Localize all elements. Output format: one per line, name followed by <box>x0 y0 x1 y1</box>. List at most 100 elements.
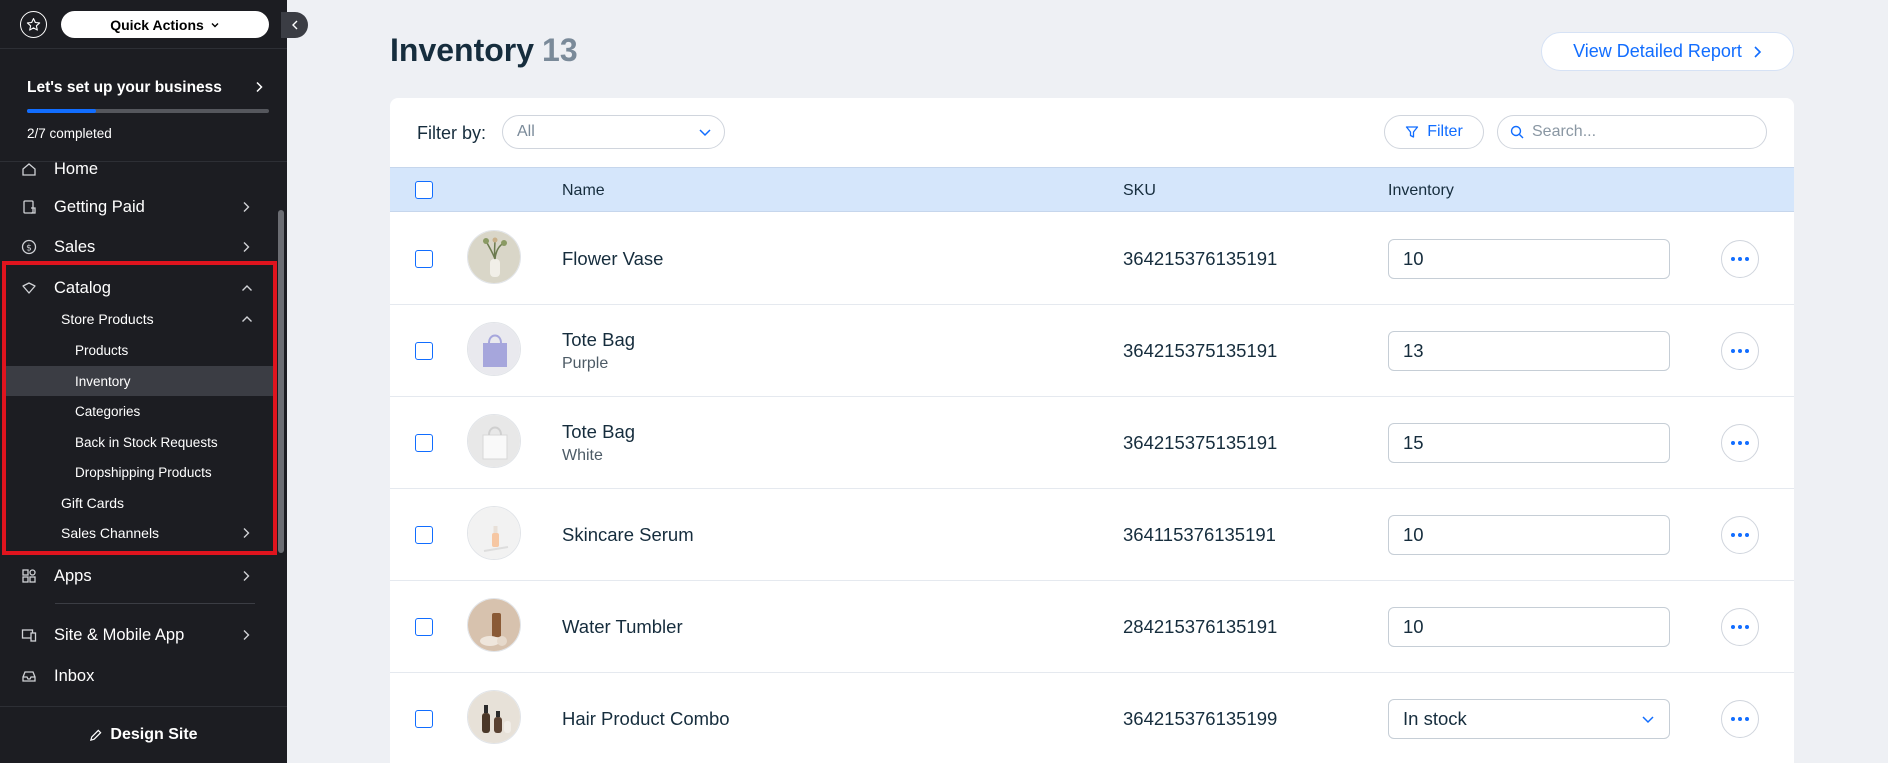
row-checkbox[interactable] <box>415 250 433 268</box>
inventory-input[interactable]: 10 <box>1388 607 1670 647</box>
sidebar-item-label: Catalog <box>54 278 111 297</box>
sidebar-subitem-label: Inventory <box>75 373 131 389</box>
inventory-input[interactable]: 15 <box>1388 423 1670 463</box>
search-input[interactable] <box>1532 123 1752 141</box>
table-row[interactable]: Skincare Serum 364115376135191 10 <box>390 489 1794 581</box>
sidebar-item-sales-channels[interactable]: Sales Channels <box>0 519 287 547</box>
apps-icon <box>21 568 37 584</box>
select-all-checkbox[interactable] <box>415 181 433 199</box>
sidebar-item-gift-cards[interactable]: Gift Cards <box>0 489 287 517</box>
sidebar-top: Quick Actions <box>0 0 287 48</box>
column-header-inventory[interactable]: Inventory <box>1388 182 1454 200</box>
more-dot <box>1738 441 1742 445</box>
sidebar-item-back-in-stock[interactable]: Back in Stock Requests <box>0 428 287 456</box>
table-row[interactable]: Water Tumbler 284215376135191 10 <box>390 581 1794 673</box>
more-dot <box>1738 625 1742 629</box>
setup-business-widget[interactable]: Let's set up your business 2/7 completed <box>0 48 287 162</box>
more-dot <box>1731 533 1735 537</box>
table-row[interactable]: Tote Bag Purple 364215375135191 13 <box>390 305 1794 397</box>
sidebar-divider <box>55 603 255 604</box>
sidebar-item-apps[interactable]: Apps <box>0 561 287 591</box>
pencil-icon <box>90 729 102 741</box>
column-header-sku[interactable]: SKU <box>1123 182 1156 200</box>
design-site-label: Design Site <box>110 726 198 743</box>
product-name[interactable]: Tote Bag <box>562 421 635 443</box>
quick-actions-label: Quick Actions <box>110 16 204 33</box>
sidebar-item-label: Getting Paid <box>54 197 145 216</box>
more-dot <box>1745 533 1749 537</box>
sidebar-item-catalog[interactable]: Catalog <box>0 273 287 303</box>
sidebar-item-site-mobile-app[interactable]: Site & Mobile App <box>0 620 287 650</box>
setup-title: Let's set up your business <box>27 79 222 96</box>
dollar-icon: $ <box>21 239 37 255</box>
home-icon <box>21 162 37 177</box>
more-dot <box>1731 349 1735 353</box>
star-icon <box>26 18 41 31</box>
search-box[interactable] <box>1497 115 1767 149</box>
filter-button[interactable]: Filter <box>1384 115 1484 149</box>
product-sku: 364215375135191 <box>1123 432 1278 453</box>
view-detailed-report-button[interactable]: View Detailed Report <box>1541 32 1794 71</box>
more-dot <box>1745 349 1749 353</box>
favorites-button[interactable] <box>20 11 47 38</box>
row-checkbox[interactable] <box>415 342 433 360</box>
collapse-sidebar-button[interactable] <box>281 12 308 38</box>
row-checkbox[interactable] <box>415 526 433 544</box>
chevron-right-icon <box>1754 45 1762 58</box>
filter-dropdown[interactable]: All <box>502 115 725 149</box>
row-checkbox[interactable] <box>415 618 433 636</box>
sidebar-item-getting-paid[interactable]: Getting Paid <box>0 192 287 222</box>
filter-button-label: Filter <box>1427 123 1463 140</box>
inventory-input-value: 10 <box>1403 616 1424 637</box>
table-row[interactable]: Hair Product Combo 364215376135199 In stoc… <box>390 673 1794 763</box>
sidebar-item-categories[interactable]: Categories <box>0 397 287 425</box>
sidebar-subitem-label: Products <box>75 342 129 358</box>
inventory-input[interactable]: 10 <box>1388 239 1670 279</box>
sidebar-item-products[interactable]: Products <box>0 336 287 364</box>
inventory-select[interactable]: In stock <box>1388 699 1670 739</box>
more-actions-button[interactable] <box>1721 424 1759 462</box>
row-checkbox[interactable] <box>415 434 433 452</box>
sidebar-item-store-products[interactable]: Store Products <box>0 305 287 333</box>
more-actions-button[interactable] <box>1721 608 1759 646</box>
sidebar-scrollbar[interactable] <box>278 210 284 553</box>
inventory-input[interactable]: 13 <box>1388 331 1670 371</box>
more-actions-button[interactable] <box>1721 700 1759 738</box>
product-name[interactable]: Water Tumbler <box>562 616 683 638</box>
product-name[interactable]: Tote Bag <box>562 329 635 351</box>
sidebar-item-home[interactable]: Home <box>0 162 287 182</box>
more-actions-button[interactable] <box>1721 332 1759 370</box>
design-site-button[interactable]: Design Site <box>0 706 287 763</box>
sidebar-item-sales[interactable]: $ Sales <box>0 232 287 262</box>
quick-actions-button[interactable]: Quick Actions <box>61 11 269 38</box>
setup-status: 2/7 completed <box>27 126 112 141</box>
table-row[interactable]: Flower Vase 364215376135191 10 <box>390 213 1794 305</box>
inventory-input-value: 13 <box>1403 340 1424 361</box>
product-name[interactable]: Skincare Serum <box>562 524 694 546</box>
chevron-up-icon <box>242 285 252 291</box>
sidebar-item-dropshipping[interactable]: Dropshipping Products <box>0 458 287 486</box>
product-thumbnail <box>467 598 521 652</box>
product-name[interactable]: Flower Vase <box>562 248 663 270</box>
item-count: 13 <box>542 32 578 68</box>
sidebar-subitem-label: Back in Stock Requests <box>75 434 218 450</box>
more-dot <box>1745 257 1749 261</box>
sidebar-item-label: Home <box>54 162 99 178</box>
product-variant: Purple <box>562 355 609 372</box>
row-checkbox[interactable] <box>415 710 433 728</box>
more-dot <box>1731 257 1735 261</box>
page-title: Inventory 13 <box>390 32 578 69</box>
column-header-name[interactable]: Name <box>562 182 605 200</box>
product-name[interactable]: Hair Product Combo <box>562 708 730 730</box>
more-dot <box>1731 717 1735 721</box>
more-actions-button[interactable] <box>1721 240 1759 278</box>
sidebar-item-label: Inbox <box>54 666 95 685</box>
sidebar-item-inventory[interactable]: Inventory <box>0 367 287 395</box>
more-actions-button[interactable] <box>1721 516 1759 554</box>
inventory-input[interactable]: 10 <box>1388 515 1670 555</box>
more-dot <box>1731 625 1735 629</box>
sidebar-item-inbox[interactable]: Inbox <box>0 661 287 691</box>
sidebar-subitem-label: Categories <box>75 403 141 419</box>
table-row[interactable]: Tote Bag White 364215375135191 15 <box>390 397 1794 489</box>
filter-dropdown-value: All <box>517 123 535 140</box>
